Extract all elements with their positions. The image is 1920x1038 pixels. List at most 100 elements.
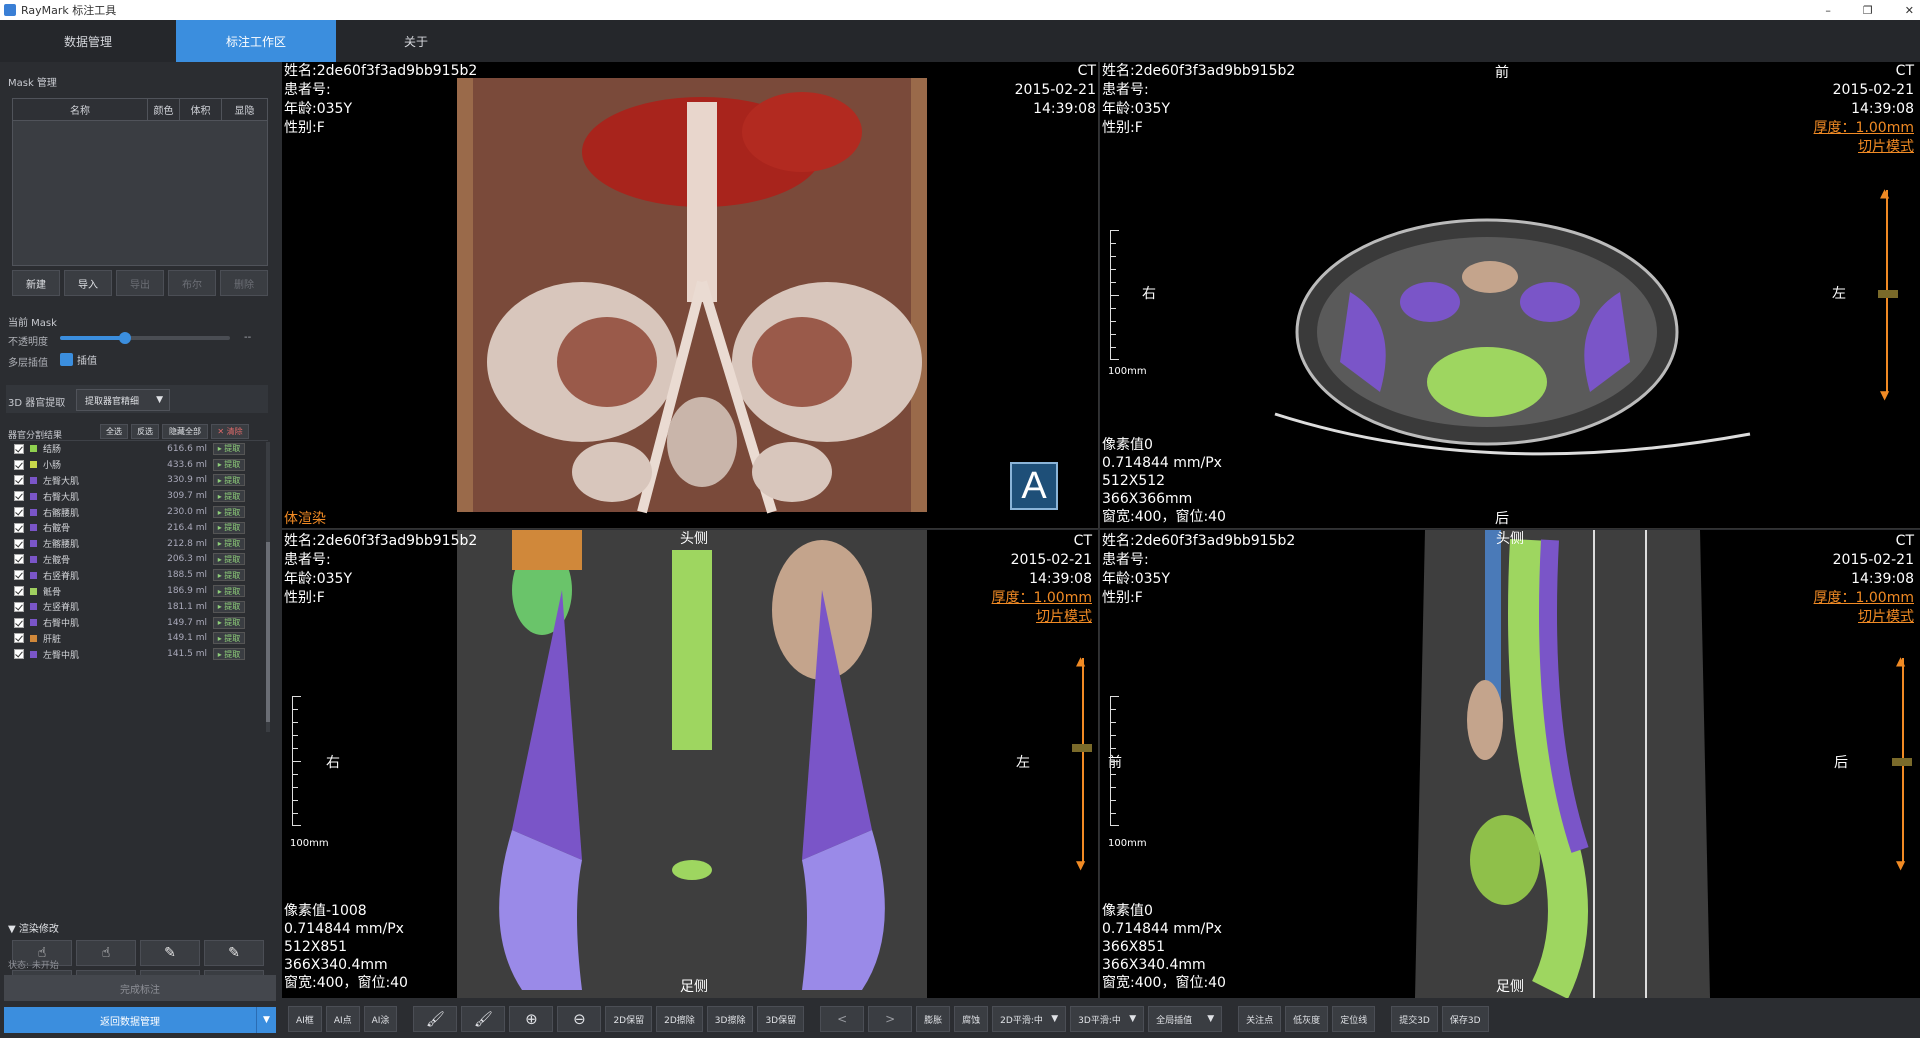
ai-paint-button[interactable]: AI涂 — [363, 1006, 398, 1032]
opacity-slider-handle[interactable] — [118, 332, 131, 344]
organ-checkbox[interactable] — [14, 507, 24, 518]
next-arrow-icon[interactable]: > — [868, 1006, 913, 1032]
organ-row[interactable]: 小肠 433.6 ml ▸ 提取 — [10, 457, 268, 473]
prev-arrow-icon[interactable]: < — [820, 1006, 865, 1032]
tab-annotation-workspace[interactable]: 标注工作区 — [176, 20, 336, 62]
pen-icon[interactable]: ✎ — [140, 940, 200, 966]
coronal-slider-up-arrow-icon[interactable]: ▲ — [1076, 654, 1085, 668]
clear-button[interactable]: ✕ 清除 — [211, 424, 249, 439]
low-gray-button[interactable]: 低灰度 — [1285, 1006, 1329, 1032]
zoom-out-icon[interactable]: ⊖ — [557, 1006, 602, 1032]
organ-row[interactable]: 左臀中肌 141.5 ml ▸ 提取 — [10, 646, 268, 662]
organ-checkbox[interactable] — [14, 617, 24, 628]
organ-extract-button[interactable]: ▸ 提取 — [213, 600, 245, 613]
complete-annotation-button[interactable]: 完成标注 — [4, 975, 276, 1001]
erase-2d-button[interactable]: 2D擦除 — [656, 1006, 703, 1032]
boolean-mask-button[interactable]: 布尔 — [168, 270, 216, 296]
organ-row[interactable]: 右臀大肌 309.7 ml ▸ 提取 — [10, 488, 268, 504]
dilate-button[interactable]: 膨胀 — [916, 1006, 951, 1032]
erode-button[interactable]: 腐蚀 — [954, 1006, 989, 1032]
coronal-slice-mode-link[interactable]: 切片模式 — [1036, 610, 1092, 625]
hide-all-button[interactable]: 隐藏全部 — [162, 424, 208, 439]
organ-extract-button[interactable]: ▸ 提取 — [213, 537, 245, 550]
export-mask-button[interactable]: 导出 — [116, 270, 164, 296]
organ-extract-button[interactable]: ▸ 提取 — [213, 442, 245, 455]
organ-results-list[interactable]: 结肠 616.6 ml ▸ 提取 小肠 433.6 ml ▸ 提取 左臀大肌 330.9 ml… — [10, 440, 268, 728]
keep-2d-button[interactable]: 2D保留 — [605, 1006, 653, 1032]
organ-checkbox[interactable] — [14, 475, 24, 486]
organ-checkbox[interactable] — [14, 554, 24, 565]
close-button[interactable]: ✕ — [1905, 4, 1914, 17]
organ-extract-button[interactable]: ▸ 提取 — [213, 616, 245, 629]
organ-row[interactable]: 右髂腰肌 230.0 ml ▸ 提取 — [10, 504, 268, 520]
organ-row[interactable]: 左臀大肌 330.9 ml ▸ 提取 — [10, 473, 268, 489]
organ-checkbox[interactable] — [14, 649, 24, 660]
orientation-cube-icon[interactable]: A — [1010, 462, 1058, 510]
results-scrollbar[interactable] — [266, 442, 270, 732]
sagittal-thickness-link[interactable]: 厚度：1.00mm — [1814, 591, 1914, 606]
eraser-pen-icon[interactable]: ✎ — [204, 940, 264, 966]
axial-slice-mode-link[interactable]: 切片模式 — [1858, 140, 1914, 155]
ai-box-button[interactable]: AI框 — [288, 1006, 322, 1032]
organ-row[interactable]: 左髂腰肌 212.8 ml ▸ 提取 — [10, 536, 268, 552]
coronal-slice-slider[interactable] — [1082, 658, 1084, 864]
sagittal-slider-down-arrow-icon[interactable]: ▼ — [1896, 858, 1905, 872]
minimize-button[interactable]: – — [1825, 4, 1831, 17]
axial-slider-handle[interactable] — [1878, 290, 1898, 298]
mask-table[interactable]: 名称 颜色 体积 显隐 — [12, 98, 268, 266]
smooth-3d-dropdown[interactable]: 3D平滑:中 ▼ — [1070, 1006, 1145, 1032]
organ-extract-button[interactable]: ▸ 提取 — [213, 553, 245, 566]
select-all-button[interactable]: 全选 — [100, 424, 128, 439]
tab-data-management[interactable]: 数据管理 — [0, 20, 176, 62]
return-dropdown-chevron-icon[interactable]: ▼ — [256, 1007, 276, 1033]
new-mask-button[interactable]: 新建 — [12, 270, 60, 296]
sagittal-slider-up-arrow-icon[interactable]: ▲ — [1896, 654, 1905, 668]
viewport-coronal[interactable]: 姓名:2de60f3f3ad9bb915b2 患者号: 年龄:035Y 性别:F… — [282, 530, 1099, 998]
restore-button[interactable]: ❐ — [1863, 4, 1873, 17]
organ-checkbox[interactable] — [14, 443, 24, 454]
save-3d-button[interactable]: 保存3D — [1441, 1006, 1489, 1032]
organ-extract-button[interactable]: ▸ 提取 — [213, 632, 245, 645]
col-show[interactable]: 显隐 — [222, 99, 267, 120]
return-data-management-button[interactable]: 返回数据管理 — [4, 1007, 256, 1033]
organ-row[interactable]: 左竖脊肌 181.1 ml ▸ 提取 — [10, 599, 268, 615]
organ-checkbox[interactable] — [14, 601, 24, 612]
organ-row[interactable]: 右髋骨 216.4 ml ▸ 提取 — [10, 520, 268, 536]
brush-erase-icon[interactable]: 🖌 — [461, 1006, 506, 1032]
organ-checkbox[interactable] — [14, 491, 24, 502]
organ-row[interactable]: 骶骨 186.9 ml ▸ 提取 — [10, 583, 268, 599]
viewport-3d[interactable]: 姓名:2de60f3f3ad9bb915b2 患者号: 年龄:035Y 性别:F… — [282, 62, 1099, 529]
ai-point-button[interactable]: AI点 — [325, 1006, 360, 1032]
organ-row[interactable]: 肝脏 149.1 ml ▸ 提取 — [10, 631, 268, 647]
axial-thickness-link[interactable]: 厚度：1.00mm — [1814, 121, 1914, 136]
organ-extract-button[interactable]: ▸ 提取 — [213, 648, 245, 661]
coronal-slider-handle[interactable] — [1072, 744, 1092, 752]
organ-row[interactable]: 右臀中肌 149.7 ml ▸ 提取 — [10, 615, 268, 631]
organ3d-dropdown[interactable]: 提取器官精细 ▼ — [76, 389, 170, 411]
viewport-sagittal[interactable]: 姓名:2de60f3f3ad9bb915b2 患者号: 年龄:035Y 性别:F… — [1100, 530, 1920, 998]
organ-extract-button[interactable]: ▸ 提取 — [213, 490, 245, 503]
viewport-axial[interactable]: 姓名:2de60f3f3ad9bb915b2 患者号: 年龄:035Y 性别:F… — [1100, 62, 1920, 529]
organ-checkbox[interactable] — [14, 586, 24, 597]
opacity-slider[interactable] — [60, 332, 230, 344]
col-color[interactable]: 颜色 — [148, 99, 180, 120]
col-volume[interactable]: 体积 — [180, 99, 222, 120]
organ-extract-button[interactable]: ▸ 提取 — [213, 506, 245, 519]
coronal-thickness-link[interactable]: 厚度：1.00mm — [992, 591, 1092, 606]
delete-mask-button[interactable]: 删除 — [220, 270, 268, 296]
coronal-slider-down-arrow-icon[interactable]: ▼ — [1076, 858, 1085, 872]
keep-3d-button[interactable]: 3D保留 — [757, 1006, 805, 1032]
erase-3d-button[interactable]: 3D擦除 — [706, 1006, 754, 1032]
hand-remove-icon[interactable]: ☝ — [76, 940, 136, 966]
organ-checkbox[interactable] — [14, 522, 24, 533]
results-scrollbar-thumb[interactable] — [266, 542, 270, 722]
import-mask-button[interactable]: 导入 — [64, 270, 112, 296]
col-name[interactable]: 名称 — [13, 99, 148, 120]
tab-about[interactable]: 关于 — [336, 20, 496, 62]
sagittal-slice-mode-link[interactable]: 切片模式 — [1858, 610, 1914, 625]
global-interp-dropdown[interactable]: 全局插值 ▼ — [1148, 1006, 1223, 1032]
organ-row[interactable]: 左髋骨 206.3 ml ▸ 提取 — [10, 552, 268, 568]
organ-extract-button[interactable]: ▸ 提取 — [213, 474, 245, 487]
focus-point-button[interactable]: 关注点 — [1238, 1006, 1282, 1032]
axial-slider-down-arrow-icon[interactable]: ▼ — [1880, 388, 1889, 402]
